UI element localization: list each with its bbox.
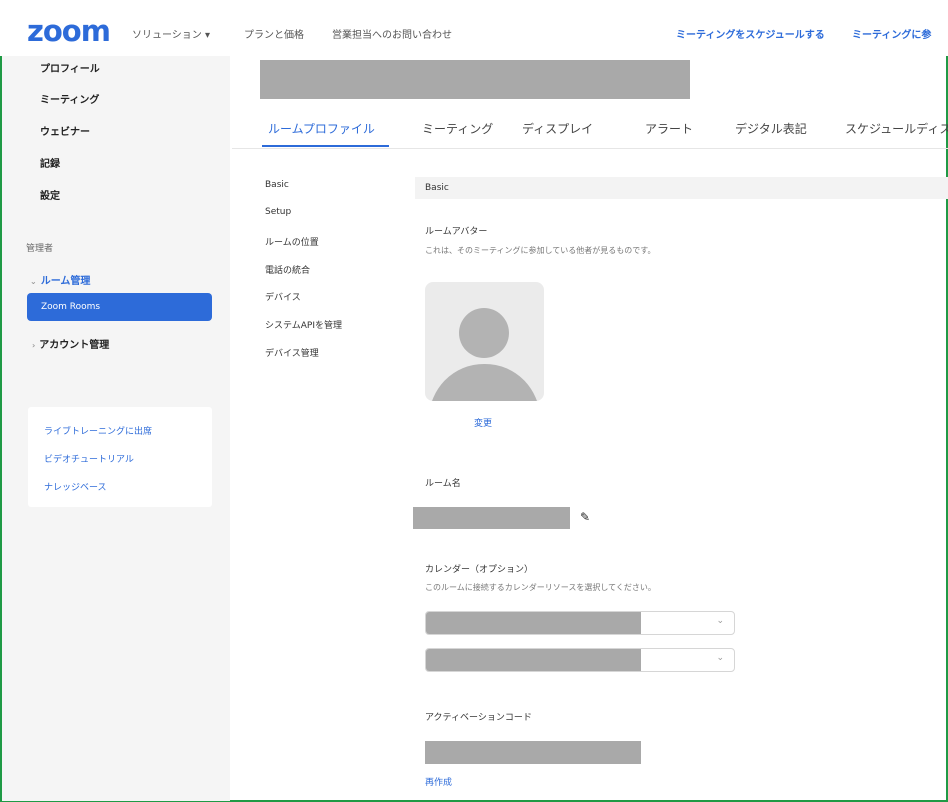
chevron-right-icon: › bbox=[32, 341, 36, 350]
avatar-body-shape bbox=[429, 364, 540, 401]
pencil-icon[interactable]: ✎ bbox=[580, 510, 590, 524]
subnav-phone-integration[interactable]: 電話の統合 bbox=[265, 263, 310, 276]
room-name-label: ルーム名 bbox=[425, 479, 461, 489]
settings-tabs: ルームプロファイル ミーティング ディスプレイ アラート デジタル表記 スケジュ… bbox=[232, 110, 948, 149]
zoom-logo[interactable]: zoom bbox=[27, 14, 111, 48]
tab-digital-signage[interactable]: デジタル表記 bbox=[735, 120, 807, 137]
subnav-setup[interactable]: Setup bbox=[265, 207, 291, 217]
nav-solutions[interactable]: ソリューション ▾ bbox=[132, 26, 210, 41]
nav-contact-sales[interactable]: 営業担当へのお問い合わせ bbox=[332, 26, 452, 41]
room-avatar[interactable] bbox=[425, 282, 544, 401]
subnav-basic[interactable]: Basic bbox=[265, 180, 289, 190]
redacted-activation-code bbox=[425, 741, 641, 764]
tab-meeting[interactable]: ミーティング bbox=[422, 120, 493, 137]
tab-room-profile[interactable]: ルームプロファイル bbox=[268, 120, 375, 137]
activation-code-label: アクティベーションコード bbox=[425, 713, 532, 723]
account-management-label: アカウント管理 bbox=[39, 340, 110, 351]
sidebar-item-meetings[interactable]: ミーティング bbox=[40, 91, 99, 106]
room-avatar-hint: これは、そのミーティングに参加している他者が見るものです。 bbox=[425, 246, 656, 255]
calendar-label: カレンダー（オプション） bbox=[425, 565, 534, 575]
sidebar-item-recordings[interactable]: 記録 bbox=[40, 155, 60, 170]
help-link-video-tutorials[interactable]: ビデオチュートリアル bbox=[44, 452, 134, 465]
chevron-down-icon: ⌄ bbox=[716, 616, 724, 626]
tab-alert[interactable]: アラート bbox=[645, 120, 693, 137]
nav-plans-pricing[interactable]: プランと価格 bbox=[244, 26, 304, 41]
change-avatar-link[interactable]: 変更 bbox=[474, 416, 492, 429]
calendar-select-2[interactable]: ⌄ bbox=[425, 648, 735, 672]
regenerate-link[interactable]: 再作成 bbox=[425, 775, 452, 788]
subnav-devices[interactable]: デバイス bbox=[265, 290, 301, 303]
subnav-system-api[interactable]: システムAPIを管理 bbox=[265, 318, 342, 331]
subnav-room-location[interactable]: ルームの位置 bbox=[265, 235, 319, 248]
room-avatar-label: ルームアバター bbox=[425, 227, 488, 237]
active-tab-indicator bbox=[262, 145, 389, 147]
chevron-down-icon: ⌄ bbox=[716, 653, 724, 663]
sidebar-admin-heading: 管理者 bbox=[26, 244, 54, 254]
room-management-label: ルーム管理 bbox=[40, 276, 91, 287]
sidebar-group-account-management[interactable]: › アカウント管理 bbox=[32, 336, 109, 351]
tab-scheduling-display[interactable]: スケジュールディス bbox=[845, 120, 948, 137]
redacted-select-value bbox=[426, 649, 641, 671]
tab-display[interactable]: ディスプレイ bbox=[522, 120, 593, 137]
redacted-select-value bbox=[426, 612, 641, 634]
help-link-live-training[interactable]: ライブトレーニングに出席 bbox=[44, 424, 152, 437]
sidebar-item-profile[interactable]: プロフィール bbox=[40, 60, 100, 75]
sidebar-item-webinars[interactable]: ウェビナー bbox=[40, 123, 90, 138]
top-navbar: zoom ソリューション ▾ プランと価格 営業担当へのお問い合わせ ミーティン… bbox=[0, 0, 948, 56]
avatar-head-shape bbox=[459, 308, 509, 358]
calendar-select-1[interactable]: ⌄ bbox=[425, 611, 735, 635]
sidebar-group-room-management[interactable]: ⌄ ルーム管理 bbox=[30, 272, 90, 287]
join-meeting-link[interactable]: ミーティングに参 bbox=[852, 26, 931, 41]
sidebar-item-zoom-rooms[interactable]: Zoom Rooms bbox=[27, 293, 212, 321]
redacted-room-title bbox=[260, 60, 690, 99]
chevron-down-icon: ⌄ bbox=[30, 277, 37, 286]
redacted-room-name-value bbox=[413, 507, 570, 529]
subnav-device-management[interactable]: デバイス管理 bbox=[265, 346, 319, 359]
help-links-box: ライブトレーニングに出席 ビデオチュートリアル ナレッジベース bbox=[28, 407, 212, 507]
basic-section-header: Basic bbox=[415, 177, 948, 199]
sidebar-item-settings[interactable]: 設定 bbox=[40, 187, 60, 202]
calendar-hint: このルームに接続するカレンダーリソースを選択してください。 bbox=[425, 583, 656, 592]
help-link-knowledge-base[interactable]: ナレッジベース bbox=[44, 480, 107, 493]
schedule-meeting-link[interactable]: ミーティングをスケジュールする bbox=[676, 26, 825, 41]
